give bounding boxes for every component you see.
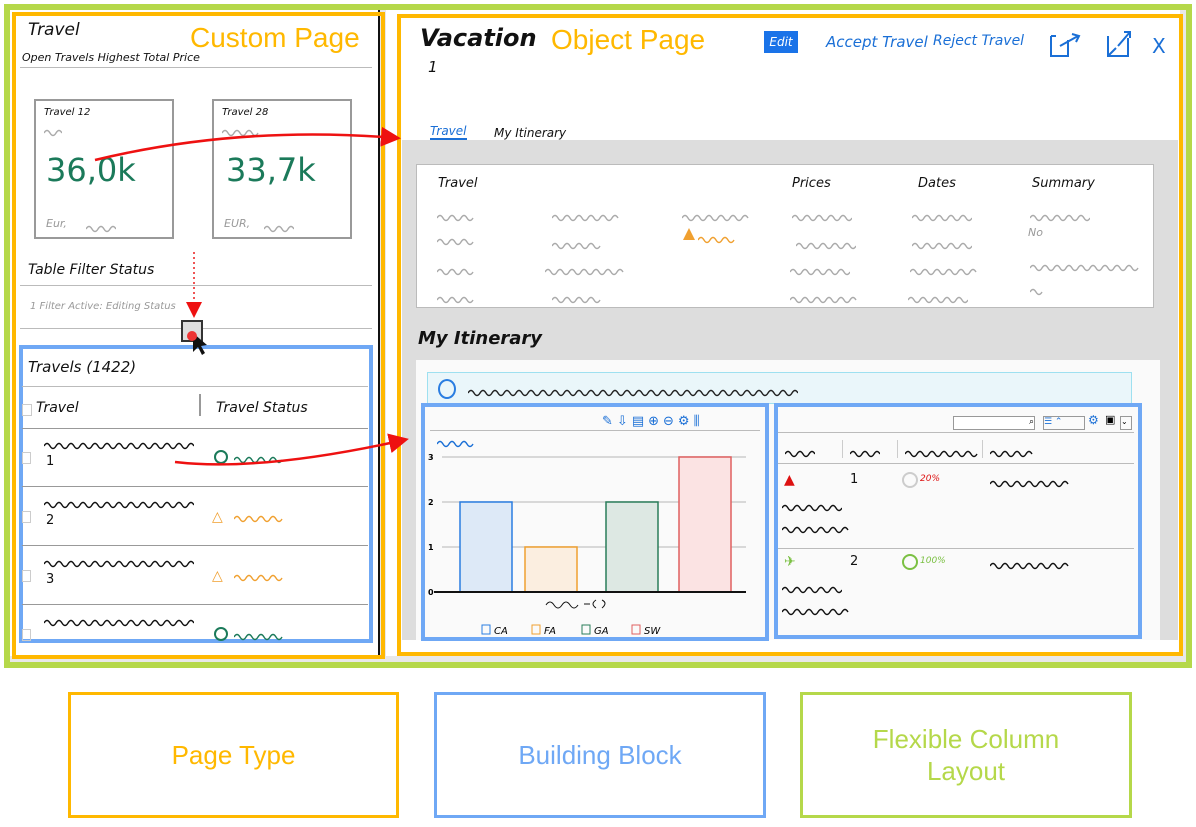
legend-building-block: Building Block bbox=[434, 692, 766, 818]
arrow-kpi-to-object bbox=[94, 126, 401, 162]
legend-page-type: Page Type bbox=[68, 692, 399, 818]
legend-flexible-column-layout: Flexible Column Layout bbox=[800, 692, 1132, 818]
arrow-row-to-object bbox=[174, 433, 409, 466]
navigation-arrows bbox=[94, 126, 409, 466]
click-indicator bbox=[187, 331, 197, 341]
